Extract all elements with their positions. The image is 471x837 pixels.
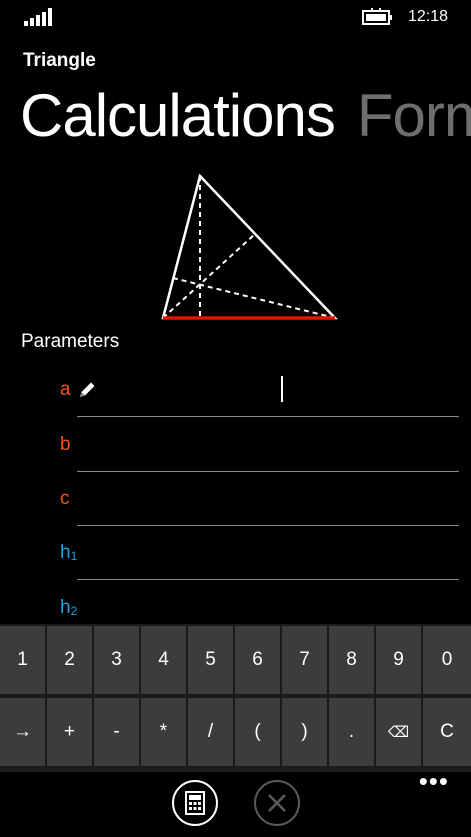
battery-charging-icon bbox=[362, 8, 392, 25]
param-label-a: a bbox=[60, 379, 71, 400]
triangle-altitude bbox=[162, 233, 256, 319]
key-next-arrow[interactable]: → bbox=[0, 698, 45, 766]
param-field-c[interactable]: c bbox=[0, 480, 471, 534]
signal-strength-icon bbox=[24, 8, 52, 26]
clear-all-button[interactable] bbox=[254, 780, 300, 826]
key-plus[interactable]: + bbox=[47, 698, 92, 766]
close-icon bbox=[268, 794, 286, 812]
calculator-icon bbox=[185, 791, 205, 815]
key-open-paren[interactable]: ( bbox=[235, 698, 280, 766]
triangle-diagram bbox=[161, 173, 338, 320]
app-bar: ••• bbox=[0, 768, 471, 837]
status-bar: 12:18 bbox=[0, 0, 471, 34]
key-decimal-point[interactable]: . bbox=[329, 698, 374, 766]
key-7[interactable]: 7 bbox=[282, 626, 327, 694]
key-close-paren[interactable]: ) bbox=[282, 698, 327, 766]
pivot-item-form[interactable]: Form bbox=[357, 82, 471, 149]
key-divide[interactable]: / bbox=[188, 698, 233, 766]
pivot-header: Calculations Form bbox=[20, 78, 471, 154]
param-label-b: b bbox=[60, 434, 71, 455]
param-label-c: c bbox=[60, 488, 70, 509]
key-8[interactable]: 8 bbox=[329, 626, 374, 694]
key-3[interactable]: 3 bbox=[94, 626, 139, 694]
clock: 12:18 bbox=[408, 8, 449, 25]
key-1[interactable]: 1 bbox=[0, 626, 45, 694]
triangle-outline bbox=[161, 173, 338, 320]
key-minus[interactable]: - bbox=[94, 698, 139, 766]
parameters-heading: Parameters bbox=[21, 331, 120, 352]
key-backspace[interactable]: ⌫ bbox=[376, 698, 421, 766]
input-underline bbox=[77, 471, 459, 472]
text-cursor bbox=[281, 376, 283, 402]
more-options-button[interactable]: ••• bbox=[419, 768, 449, 794]
pencil-icon bbox=[80, 382, 95, 397]
param-field-h1[interactable]: h1 bbox=[0, 534, 471, 588]
app-title: Triangle bbox=[23, 50, 96, 71]
param-field-a[interactable]: a bbox=[0, 371, 471, 425]
key-6[interactable]: 6 bbox=[235, 626, 280, 694]
param-field-b[interactable]: b bbox=[0, 426, 471, 480]
key-multiply[interactable]: * bbox=[141, 698, 186, 766]
input-underline bbox=[77, 579, 459, 580]
triangle-altitude bbox=[172, 277, 336, 319]
calculate-button[interactable] bbox=[172, 780, 218, 826]
key-4[interactable]: 4 bbox=[141, 626, 186, 694]
pivot-item-calculations[interactable]: Calculations bbox=[20, 82, 336, 149]
param-label-h1: h1 bbox=[60, 542, 78, 563]
param-label-h2: h2 bbox=[60, 597, 78, 618]
input-underline bbox=[77, 525, 459, 526]
key-9[interactable]: 9 bbox=[376, 626, 421, 694]
key-5[interactable]: 5 bbox=[188, 626, 233, 694]
key-2[interactable]: 2 bbox=[47, 626, 92, 694]
key-0[interactable]: 0 bbox=[423, 626, 471, 694]
input-underline bbox=[77, 416, 459, 417]
numeric-keypad: 1 2 3 4 5 6 7 8 9 0 → + - * / ( ) . ⌫ C bbox=[0, 624, 471, 772]
key-clear[interactable]: C bbox=[423, 698, 471, 766]
